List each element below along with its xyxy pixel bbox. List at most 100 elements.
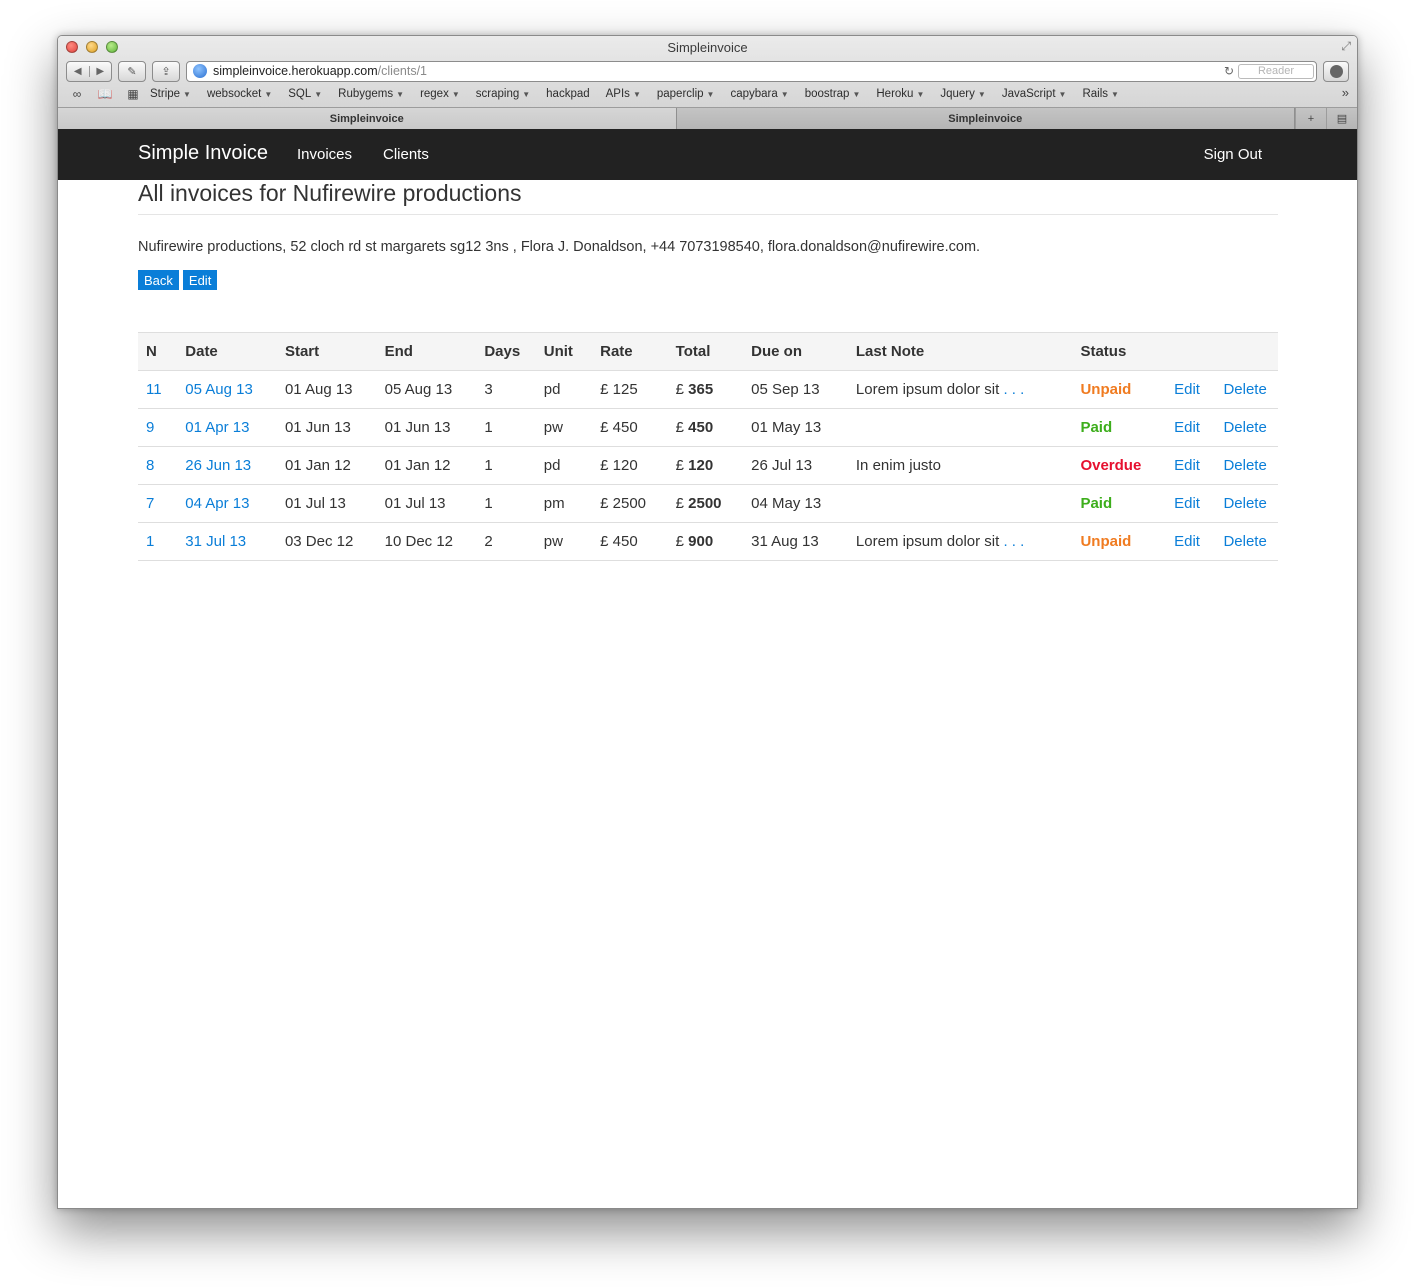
bookmark-apis[interactable]: APIs ▼ [606,88,641,100]
bookmark-heroku[interactable]: Heroku ▼ [876,88,924,100]
table-cell: Unpaid [1072,370,1167,409]
caret-down-icon: ▼ [632,90,641,99]
bookmark-hackpad[interactable]: hackpad [546,88,589,100]
downloads-button[interactable] [1323,60,1349,82]
delete-invoice-link[interactable]: Delete [1223,419,1266,436]
edit-invoice-link[interactable]: Edit [1174,495,1200,512]
table-cell: 9 [138,408,178,447]
unit-value: pd [543,457,561,474]
nav-invoices-link[interactable]: Invoices [297,146,352,163]
table-cell: Unpaid [1072,522,1167,561]
share-icon[interactable]: ⇪ [152,60,180,82]
invoice-number-link[interactable]: 7 [146,495,154,512]
note-more-link[interactable]: . . . [1003,533,1024,550]
table-row: 9 01 Apr 13 01 Jun 13 01 Jun 13 1 pw £ 450 £ 45… [138,408,1278,447]
bookmark-websocket[interactable]: websocket ▼ [207,88,272,100]
top-sites-grid-icon[interactable]: ▦ [122,87,144,101]
edit-invoice-link[interactable]: Edit [1174,419,1200,436]
invoice-number-link[interactable]: 8 [146,457,154,474]
tab-simpleinvoice-2[interactable]: Simpleinvoice [677,108,1295,129]
column-header: Rate [592,332,668,371]
bookmark-rails[interactable]: Rails ▼ [1082,88,1118,100]
bookmark-scraping[interactable]: scraping ▼ [476,88,530,100]
delete-invoice-link[interactable]: Delete [1223,495,1266,512]
bookmark-items: Stripe ▼ websocket ▼ SQL ▼ Rubygems ▼ regex ▼ scra… [150,88,1135,100]
bookmarks-book-icon[interactable]: 📖 [94,87,116,101]
table-cell: 01 Jul 13 [276,484,377,523]
caret-down-icon: ▼ [264,90,273,99]
invoice-number-link[interactable]: 11 [146,381,162,398]
nav-clients-link[interactable]: Clients [383,146,429,163]
status-badge: Paid [1080,495,1113,512]
edit-client-button[interactable]: Edit [182,270,218,290]
reading-list-icon[interactable]: ∞ [66,87,88,101]
table-cell: pd [535,370,593,409]
unit-value: pw [543,419,563,436]
table-cell: 8 [138,446,178,485]
sign-out-link[interactable]: Sign Out [1204,146,1262,163]
status-badge: Paid [1080,419,1113,436]
caret-down-icon: ▼ [916,90,925,99]
delete-invoice-link[interactable]: Delete [1223,533,1266,550]
table-cell: 1 [476,484,536,523]
delete-invoice-link[interactable]: Delete [1223,381,1266,398]
table-cell: pw [535,522,593,561]
bookmark-label: SQL [288,88,312,100]
bookmark-capybara[interactable]: capybara ▼ [730,88,788,100]
bookmark-regex[interactable]: regex ▼ [420,88,460,100]
table-row: 11 05 Aug 13 01 Aug 13 05 Aug 13 3 pd £ 125 £ 3… [138,370,1278,409]
invoice-date-link[interactable]: 26 Jun 13 [185,457,251,474]
note-more-link[interactable]: . . . [1003,381,1024,398]
invoice-date-link[interactable]: 01 Apr 13 [185,419,249,436]
bookmarks-bar: ∞ 📖 ▦ Stripe ▼ websocket ▼ SQL ▼ Rubygems ▼ rege… [66,85,1349,103]
new-tab-icon[interactable]: + [1295,108,1326,129]
caret-down-icon: ▼ [706,90,715,99]
reload-icon[interactable]: ↻ [1224,64,1234,78]
edit-invoice-link[interactable]: Edit [1174,457,1200,474]
brand-link[interactable]: Simple Invoice [138,142,268,165]
table-cell: Edit [1166,522,1216,561]
table-cell: Lorem ipsum dolor sit . . . [847,370,1073,409]
caret-down-icon: ▼ [852,90,861,99]
browser-back-button[interactable]: ◀ [67,65,90,77]
address-bar[interactable]: simpleinvoice.herokuapp.com/clients/1 ↻ … [186,60,1317,82]
bookmark-paperclip[interactable]: paperclip ▼ [657,88,715,100]
bookmark-stripe[interactable]: Stripe ▼ [150,88,191,100]
bookmark-sql[interactable]: SQL ▼ [288,88,322,100]
reader-button[interactable]: Reader [1238,63,1314,79]
bookmark-javascript[interactable]: JavaScript ▼ [1002,88,1067,100]
bookmark-boostrap[interactable]: boostrap ▼ [805,88,861,100]
browser-forward-button[interactable]: ▶ [90,66,112,77]
more-bookmarks-icon[interactable]: » [1342,85,1349,100]
bookmark-rubygems[interactable]: Rubygems ▼ [338,88,404,100]
edit-invoice-link[interactable]: Edit [1174,381,1200,398]
table-cell: Paid [1072,408,1167,447]
invoice-number-link[interactable]: 9 [146,419,154,436]
bookmark-label: boostrap [804,88,850,100]
back-button[interactable]: Back [138,270,179,290]
bookmark-jquery[interactable]: Jquery ▼ [940,88,985,100]
unit-value: pw [543,533,563,550]
table-cell: 01 Apr 13 [177,408,277,447]
table-row: 7 04 Apr 13 01 Jul 13 01 Jul 13 1 pm £ 2500 £ 2… [138,484,1278,523]
caret-down-icon: ▼ [522,90,531,99]
edit-invoice-link[interactable]: Edit [1174,533,1200,550]
fullscreen-icon[interactable]: ⤢ [1341,39,1351,54]
table-row: 8 26 Jun 13 01 Jan 12 01 Jan 12 1 pd £ 120 £ 12… [138,446,1278,485]
tab-simpleinvoice-1[interactable]: Simpleinvoice [58,108,677,129]
due-date: 26 Jul 13 [751,457,813,474]
bookmark-label: Heroku [876,88,914,100]
bookmark-label: APIs [605,88,630,100]
column-header: Last Note [847,332,1073,371]
invoice-date-link[interactable]: 05 Aug 13 [185,381,253,398]
invoice-date-link[interactable]: 31 Jul 13 [185,533,246,550]
tab-overview-icon[interactable]: ▤ [1326,108,1357,129]
invoice-number-link[interactable]: 1 [146,533,154,550]
end-date: 10 Dec 12 [384,533,454,550]
end-date: 05 Aug 13 [384,381,453,398]
table-cell [847,408,1073,447]
delete-invoice-link[interactable]: Delete [1223,457,1266,474]
bookmark-label: websocket [206,88,262,100]
pencil-icon[interactable]: ✎ [118,60,146,82]
invoice-date-link[interactable]: 04 Apr 13 [185,495,249,512]
